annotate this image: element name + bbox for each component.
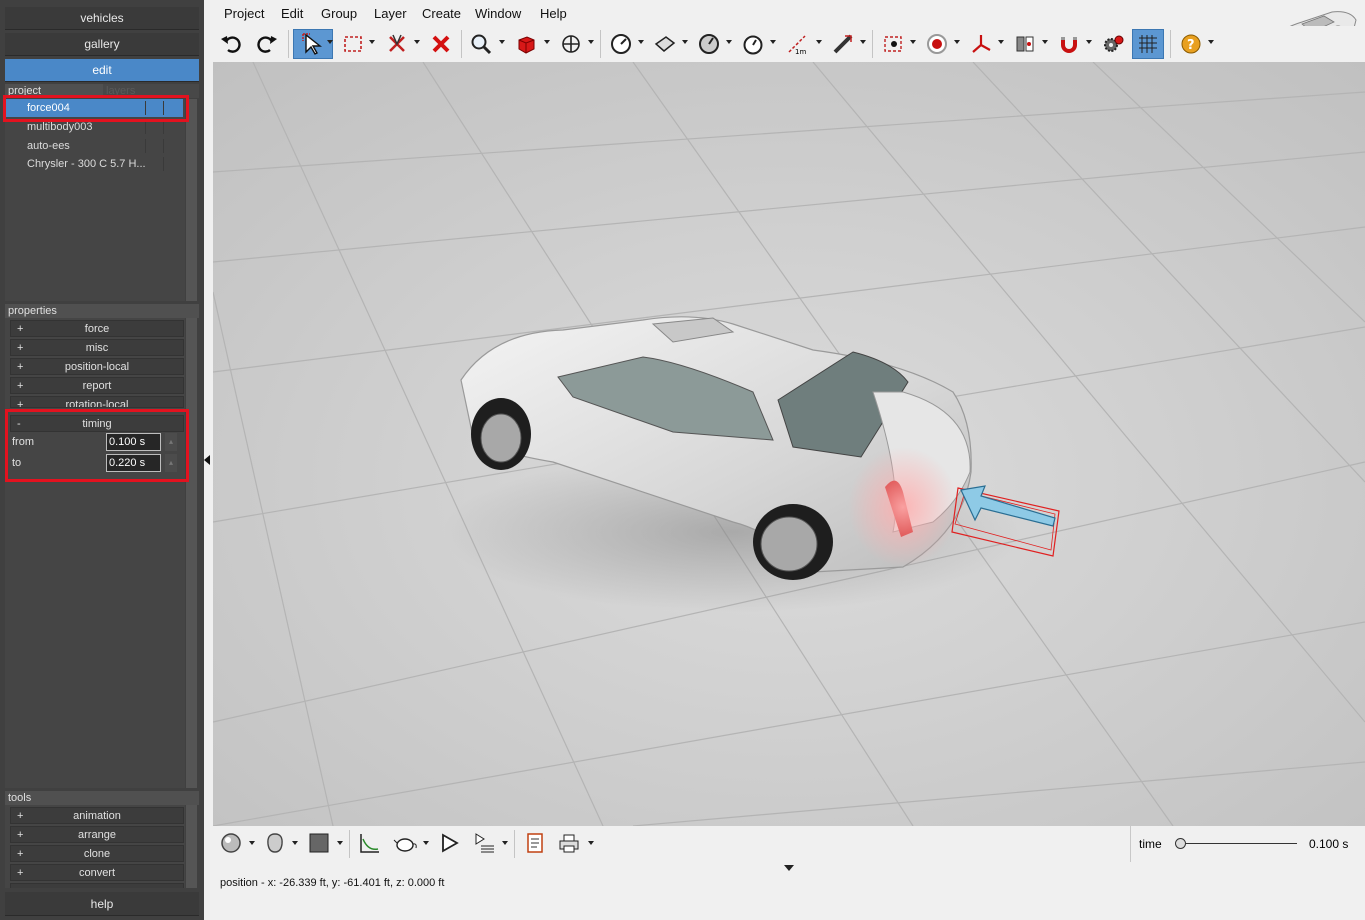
gallery-button[interactable]: gallery bbox=[5, 33, 199, 56]
time-control: time 0.100 s bbox=[1130, 826, 1365, 862]
expand-arrow-icon[interactable] bbox=[784, 865, 794, 871]
tools-scrollbar[interactable] bbox=[186, 805, 197, 888]
target-icon[interactable] bbox=[922, 29, 952, 59]
time-label: time bbox=[1139, 837, 1162, 851]
prop-group-position-local[interactable]: + position-local bbox=[10, 358, 184, 375]
graph-icon[interactable] bbox=[355, 828, 385, 858]
left-panel: vehicles gallery edit project layers for… bbox=[0, 0, 204, 920]
rear-wheel bbox=[753, 504, 833, 580]
tool-convert[interactable]: + convert bbox=[10, 864, 184, 881]
record-dot-icon[interactable] bbox=[878, 29, 908, 59]
selection-highlight bbox=[3, 95, 189, 122]
measure-icon[interactable]: 1m bbox=[782, 29, 812, 59]
magnet-icon[interactable] bbox=[1054, 29, 1084, 59]
prop-group-misc[interactable]: + misc bbox=[10, 339, 184, 356]
dial-icon[interactable] bbox=[694, 29, 724, 59]
print-icon[interactable] bbox=[554, 828, 584, 858]
properties-header: properties bbox=[5, 304, 199, 318]
cube-icon[interactable] bbox=[511, 29, 541, 59]
grid-icon[interactable] bbox=[1132, 29, 1164, 59]
vehicles-button[interactable]: vehicles bbox=[5, 7, 199, 30]
box-select-icon[interactable] bbox=[338, 29, 368, 59]
playlist-icon[interactable] bbox=[470, 828, 500, 858]
help-button[interactable]: help bbox=[5, 892, 199, 916]
3d-viewport[interactable] bbox=[213, 62, 1365, 826]
select-arrow-icon[interactable] bbox=[293, 29, 333, 59]
main-toolbar: 1m ? bbox=[204, 26, 1365, 62]
ruler-icon[interactable] bbox=[828, 29, 858, 59]
move-icon[interactable] bbox=[556, 29, 586, 59]
svg-text:1m: 1m bbox=[795, 48, 806, 56]
edit-button[interactable]: edit bbox=[5, 59, 199, 82]
zoom-icon[interactable] bbox=[466, 29, 496, 59]
prop-group-force[interactable]: + force bbox=[10, 320, 184, 337]
menu-group[interactable]: Group bbox=[321, 6, 357, 21]
report-icon[interactable] bbox=[520, 828, 550, 858]
menu-help[interactable]: Help bbox=[540, 6, 567, 21]
tool-arrange[interactable]: + arrange bbox=[10, 826, 184, 843]
play-icon[interactable] bbox=[434, 828, 464, 858]
gear-icon[interactable] bbox=[1098, 29, 1128, 59]
sphere-icon[interactable] bbox=[216, 828, 246, 858]
menu-create[interactable]: Create bbox=[422, 6, 461, 21]
list-item[interactable]: auto-ees bbox=[5, 137, 183, 155]
svg-text:?: ? bbox=[1187, 38, 1195, 53]
menu-layer[interactable]: Layer bbox=[374, 6, 407, 21]
tool-animation[interactable]: + animation bbox=[10, 807, 184, 824]
timing-highlight bbox=[5, 409, 189, 482]
properties-scrollbar[interactable] bbox=[186, 318, 197, 788]
collapse-panel-icon[interactable] bbox=[204, 455, 210, 465]
time-slider-track[interactable] bbox=[1181, 843, 1297, 844]
split-icon[interactable] bbox=[1010, 29, 1040, 59]
status-bar: position - x: -26.339 ft, y: -61.401 ft,… bbox=[220, 877, 445, 889]
gauge-icon[interactable] bbox=[606, 29, 636, 59]
project-list: force004 multibody003 auto-ees Chrysler … bbox=[5, 99, 185, 301]
undo-icon[interactable] bbox=[216, 29, 246, 59]
tools-panel: + animation + arrange + clone + convert bbox=[5, 805, 185, 888]
axes-icon[interactable] bbox=[966, 29, 996, 59]
cut-icon[interactable] bbox=[382, 29, 412, 59]
front-wheel bbox=[471, 398, 531, 470]
head-icon[interactable] bbox=[260, 828, 290, 858]
bottom-toolbar: time 0.100 s position - x: -26.339 ft, y… bbox=[204, 826, 1365, 920]
tool-clone[interactable]: + clone bbox=[10, 845, 184, 862]
prop-group-rotation-local[interactable]: + rotation-local bbox=[10, 396, 184, 408]
redo-icon[interactable] bbox=[252, 29, 282, 59]
tools-header: tools bbox=[5, 791, 199, 805]
stopwatch-icon[interactable] bbox=[738, 29, 768, 59]
list-item-label: multibody003 bbox=[27, 121, 93, 133]
prop-group-report[interactable]: + report bbox=[10, 377, 184, 394]
tool-more[interactable] bbox=[10, 883, 184, 888]
plane-icon[interactable] bbox=[650, 29, 680, 59]
project-scrollbar[interactable] bbox=[186, 99, 197, 301]
list-item-label: Chrysler - 300 C 5.7 H... bbox=[27, 158, 146, 170]
properties-panel: + force + misc + position-local + report… bbox=[5, 318, 185, 788]
list-item[interactable]: Chrysler - 300 C 5.7 H... bbox=[5, 155, 183, 173]
list-item-label: auto-ees bbox=[27, 140, 70, 152]
delete-icon[interactable] bbox=[426, 29, 456, 59]
menu-window[interactable]: Window bbox=[475, 6, 521, 21]
color-swatch-icon[interactable] bbox=[304, 828, 334, 858]
menu-bar: Project Edit Group Layer Create Window H… bbox=[204, 0, 1365, 53]
menu-edit[interactable]: Edit bbox=[281, 6, 303, 21]
menu-project[interactable]: Project bbox=[224, 6, 264, 21]
time-slider-thumb[interactable] bbox=[1175, 838, 1186, 849]
teapot-icon[interactable] bbox=[390, 828, 420, 858]
help-icon[interactable]: ? bbox=[1176, 29, 1206, 59]
time-value: 0.100 s bbox=[1309, 837, 1349, 851]
